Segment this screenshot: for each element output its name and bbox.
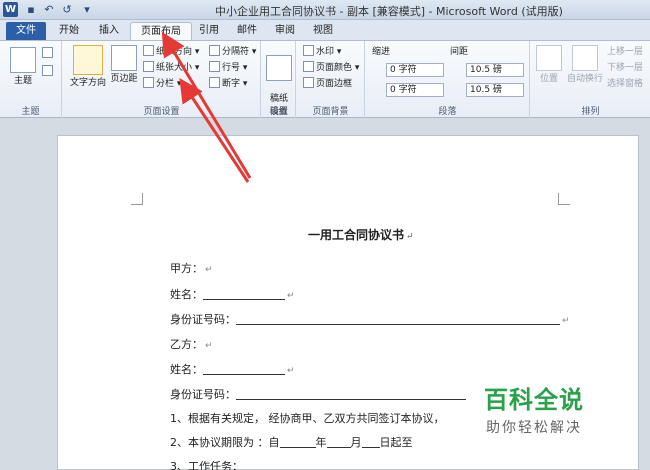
group-label-paragraph: 段落 xyxy=(438,107,457,117)
line-numbers-button[interactable]: 行号 ▾ xyxy=(209,61,247,75)
theme-fonts-icon[interactable] xyxy=(42,47,55,61)
margins-icon xyxy=(111,45,137,71)
doc-line[interactable]: 身份证号码： ↵ xyxy=(170,311,570,327)
ribbon-tab-row: 文件 开始 插入 页面布局 引用 邮件 审阅 视图 xyxy=(0,20,650,40)
save-icon[interactable]: ▪ xyxy=(24,2,38,18)
doc-line[interactable]: 2、本协议期限为 ：自年月日起至 xyxy=(170,434,413,450)
indent-label: 缩进 xyxy=(372,47,391,57)
window-title: 中小企业用工合同协议书 - 副本 [兼容模式] - Microsoft Word… xyxy=(215,5,563,18)
columns-button[interactable]: 分栏 ▾ xyxy=(143,77,181,91)
title-bar: W ▪ ↶ ↺ ▾ 中小企业用工合同协议书 - 副本 [兼容模式] - Micr… xyxy=(0,0,650,20)
group-paragraph: 缩进 间距 0 字符 0 字符 10.5 磅 10.5 磅 段落 xyxy=(366,41,530,118)
watermark-icon xyxy=(303,45,314,56)
size-button[interactable]: 纸张大小 ▾ xyxy=(143,61,199,75)
site-watermark: 百科全说 助你轻松解决 xyxy=(484,386,584,436)
tab-review[interactable]: 审阅 xyxy=(268,22,302,40)
crop-mark xyxy=(131,193,143,205)
group-label-theme: 主题 xyxy=(21,107,40,117)
wrap-text-icon xyxy=(572,45,598,71)
page-color-icon xyxy=(303,61,314,72)
draft-paper-icon xyxy=(266,55,292,81)
indent-left-field[interactable]: 0 字符 xyxy=(386,63,444,77)
tab-home[interactable]: 开始 xyxy=(52,22,86,40)
group-label-page-setup: 页面设置 xyxy=(143,107,180,117)
ribbon: 主题 主题 文字方向 页边距 纸张方向 ▾ 纸张大小 ▾ 分栏 ▾ 分隔符 ▾ … xyxy=(0,40,650,118)
orientation-icon xyxy=(143,45,154,56)
tab-mailings[interactable]: 邮件 xyxy=(230,22,264,40)
tab-page-layout[interactable]: 页面布局 xyxy=(130,22,192,40)
breaks-button[interactable]: 分隔符 ▾ xyxy=(209,45,256,59)
group-label-arrange: 排列 xyxy=(581,107,600,117)
word-logo-icon[interactable]: W xyxy=(3,2,18,17)
doc-line[interactable]: 甲方： ↵ xyxy=(170,260,213,276)
hyphenation-button[interactable]: 断字 ▾ xyxy=(209,77,247,91)
theme-effects-icon[interactable] xyxy=(42,65,55,79)
redo-icon[interactable]: ↺ xyxy=(60,2,74,18)
group-draft-paper: 稿纸 设置 稿纸 xyxy=(262,41,296,118)
text-direction-icon xyxy=(73,45,103,75)
group-label-background: 页面背景 xyxy=(312,107,349,117)
line-numbers-icon xyxy=(209,61,220,72)
send-backward-button[interactable]: 下移一层 xyxy=(607,61,643,75)
spacing-label: 间距 xyxy=(450,47,469,57)
tab-references[interactable]: 引用 xyxy=(194,22,224,40)
theme-icon xyxy=(10,47,36,73)
group-page-background: 水印 ▾ 页面颜色 ▾ 页面边框 页面背景 xyxy=(297,41,365,118)
breaks-icon xyxy=(209,45,220,56)
doc-line[interactable]: 乙方： ↵ xyxy=(170,336,213,352)
document-title[interactable]: 一用工合同协议书 ↵ xyxy=(308,226,414,243)
spacing-before-field[interactable]: 10.5 磅 xyxy=(466,63,524,77)
group-page-setup: 文字方向 页边距 纸张方向 ▾ 纸张大小 ▾ 分栏 ▾ 分隔符 ▾ 行号 ▾ 断… xyxy=(63,41,261,118)
hyphenation-icon xyxy=(209,77,220,88)
theme-button[interactable]: 主题 xyxy=(8,47,38,86)
page-borders-button[interactable]: 页面边框 xyxy=(303,77,352,91)
tab-file[interactable]: 文件 xyxy=(6,22,46,40)
group-theme: 主题 主题 xyxy=(0,41,62,118)
watermark-button[interactable]: 水印 ▾ xyxy=(303,45,341,59)
tab-insert[interactable]: 插入 xyxy=(92,22,126,40)
crop-mark xyxy=(558,193,570,205)
group-arrange: 位置 自动换行 上移一层 下移一层 选择窗格 排列 xyxy=(531,41,650,118)
doc-line[interactable]: 3、工作任务： xyxy=(170,458,243,470)
orientation-button[interactable]: 纸张方向 ▾ xyxy=(143,45,199,59)
doc-line[interactable]: 姓名： ↵ xyxy=(170,361,295,377)
position-icon xyxy=(536,45,562,71)
tab-view[interactable]: 视图 xyxy=(306,22,340,40)
doc-line[interactable]: 身份证号码： xyxy=(170,386,466,402)
columns-icon xyxy=(143,77,154,88)
margins-button[interactable]: 页边距 xyxy=(109,45,139,84)
spacing-after-field[interactable]: 10.5 磅 xyxy=(466,83,524,97)
doc-line[interactable]: 1、根据有关规定， 经协商甲、乙双方共同签订本协议， xyxy=(170,410,445,426)
page-color-button[interactable]: 页面颜色 ▾ xyxy=(303,61,359,75)
indent-right-field[interactable]: 0 字符 xyxy=(386,83,444,97)
size-icon xyxy=(143,61,154,72)
customize-toolbar-icon[interactable]: ▾ xyxy=(80,2,94,18)
position-button[interactable]: 位置 xyxy=(535,45,563,84)
page-borders-icon xyxy=(303,77,314,88)
wrap-text-button[interactable]: 自动换行 xyxy=(565,45,605,84)
bring-forward-button[interactable]: 上移一层 xyxy=(607,45,643,59)
text-direction-button[interactable]: 文字方向 xyxy=(69,45,107,88)
group-label-draft: 稿纸 xyxy=(269,107,288,117)
undo-icon[interactable]: ↶ xyxy=(42,2,56,18)
selection-pane-button[interactable]: 选择窗格 xyxy=(607,77,643,91)
doc-line[interactable]: 姓名： ↵ xyxy=(170,286,295,302)
